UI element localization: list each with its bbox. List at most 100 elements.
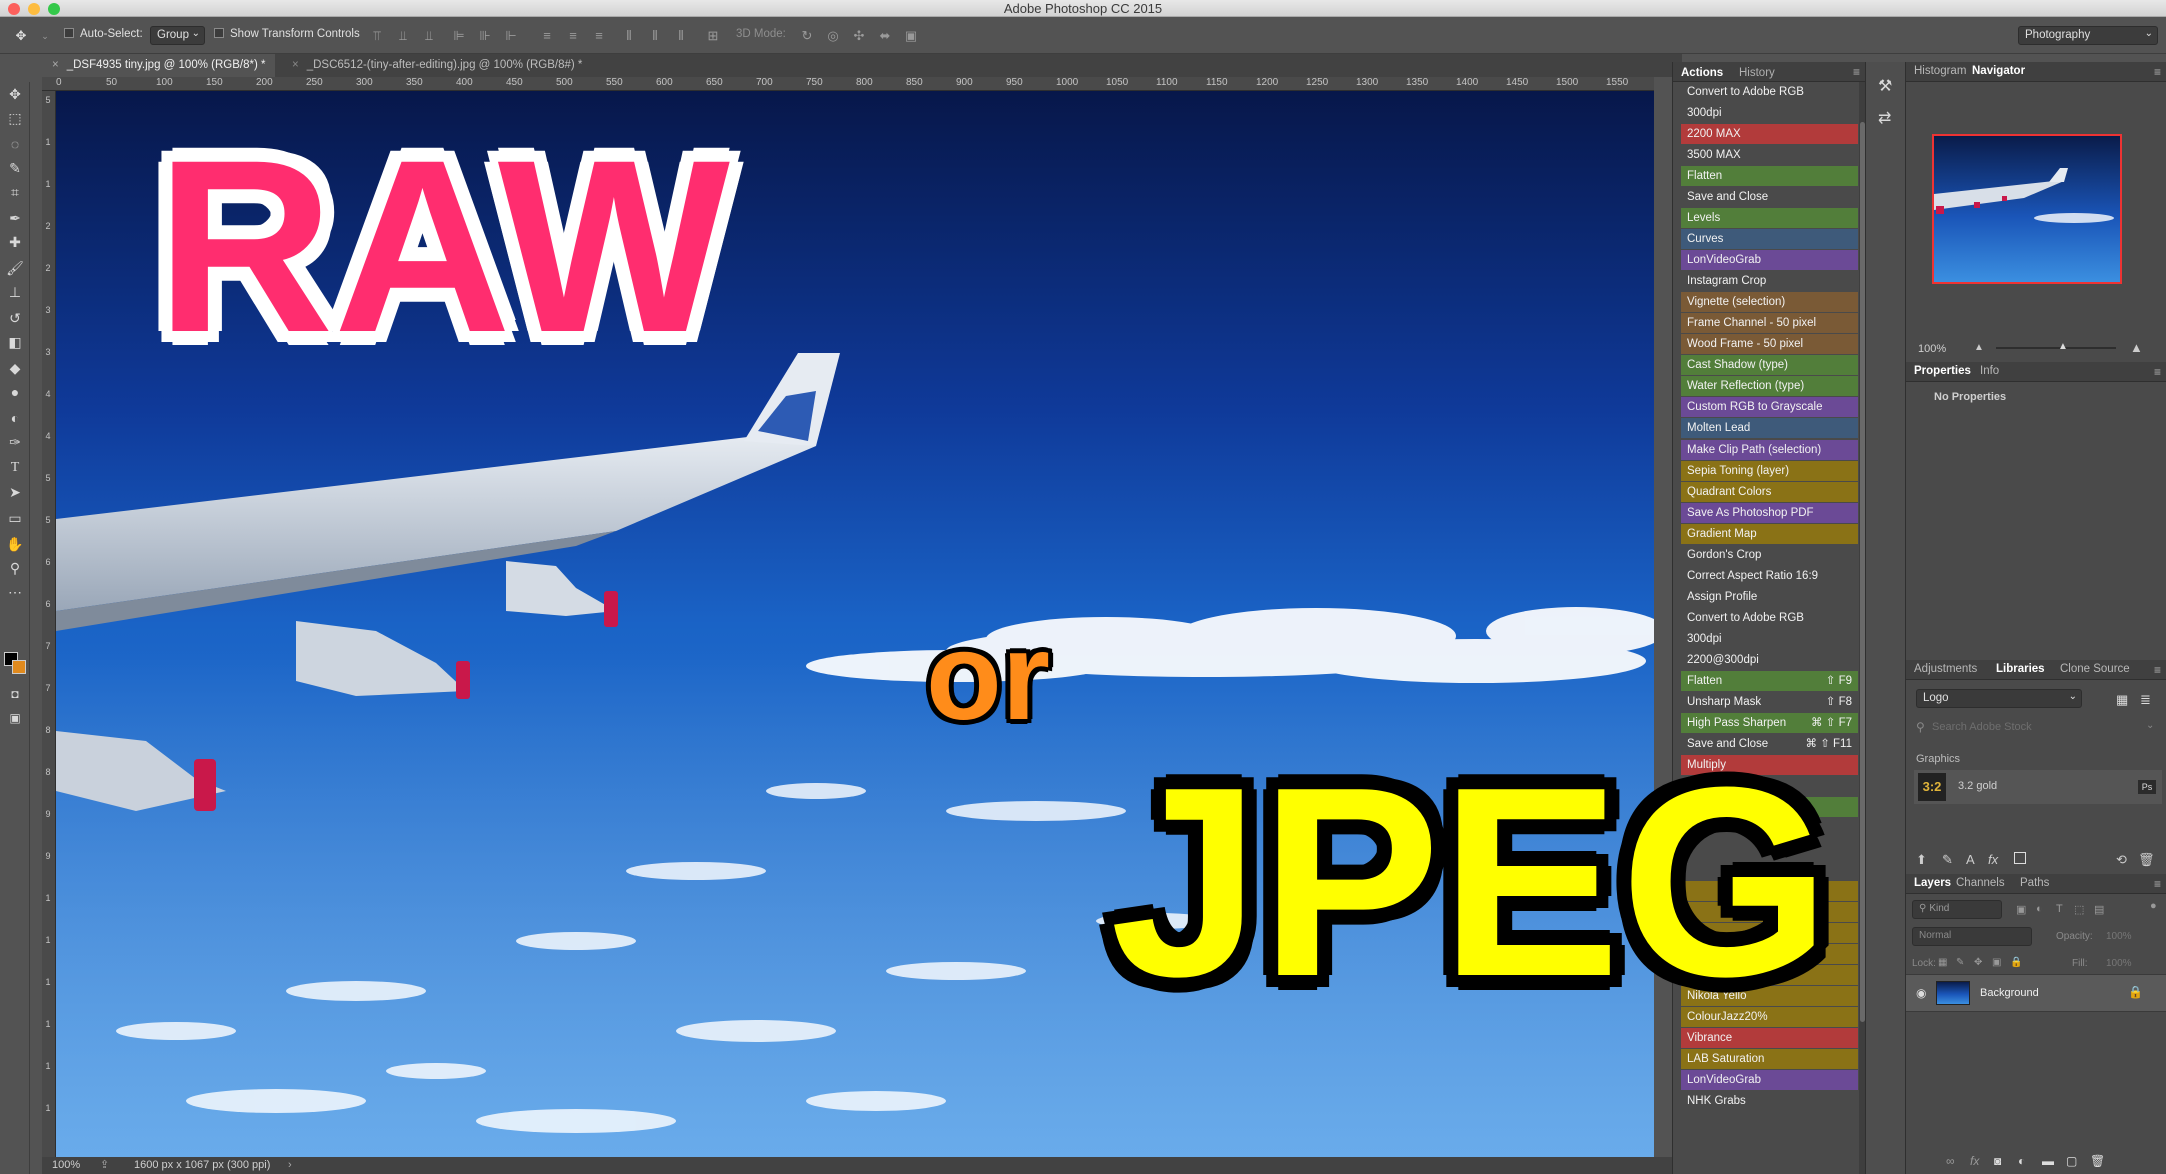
add-brush-icon[interactable]: ✎ — [1942, 852, 1953, 868]
trash-icon[interactable]: 🗑 — [2138, 852, 2155, 868]
quick-mask-icon[interactable]: ◘ — [5, 684, 25, 704]
chevron-right-icon[interactable]: › — [288, 1157, 292, 1174]
add-text-icon[interactable]: A — [1966, 852, 1975, 867]
lock-position-icon[interactable]: ✥ — [1974, 957, 1982, 968]
align-horizontal-center-icon[interactable]: ⊪ — [478, 29, 492, 43]
action-item[interactable]: Save and Close — [1681, 187, 1858, 208]
3d-scale-icon[interactable]: ▣ — [904, 29, 918, 43]
panel-menu-icon[interactable]: ≡ — [2154, 65, 2161, 79]
new-group-icon[interactable]: ▬ — [2042, 1154, 2054, 1168]
action-item[interactable]: Curves — [1681, 229, 1858, 250]
chevron-down-icon[interactable]: ⌄ — [2146, 720, 2154, 731]
3d-pan-icon[interactable]: ✣ — [852, 29, 866, 43]
move-tool-icon[interactable]: ✥ — [5, 84, 25, 104]
tab-properties[interactable]: Properties — [1914, 365, 1971, 377]
distribute-center-icon[interactable]: ≡ — [566, 29, 580, 43]
action-item[interactable]: 300dpi — [1681, 628, 1858, 649]
type-tool-icon[interactable]: T — [5, 458, 25, 478]
crop-tool-icon[interactable]: ⌗ — [5, 182, 25, 202]
zoom-tool-icon[interactable]: ⚲ — [5, 558, 25, 578]
action-item[interactable]: Flatten ⇧ F9 — [1681, 670, 1858, 691]
lock-transparency-icon[interactable]: ▦ — [1938, 957, 1947, 968]
auto-align-icon[interactable]: ⊞ — [706, 29, 720, 43]
delete-layer-icon[interactable]: 🗑 — [2090, 1154, 2105, 1168]
fill-value[interactable]: 100% — [2106, 958, 2132, 969]
action-item[interactable]: LAB Saturation — [1681, 1049, 1858, 1070]
close-window-button[interactable] — [8, 3, 20, 15]
tab-layers[interactable]: Layers — [1914, 877, 1951, 889]
status-zoom[interactable]: 100% — [52, 1157, 80, 1174]
layer-kind-filter[interactable]: ⚲ Kind — [1912, 900, 2002, 919]
clone-stamp-tool-icon[interactable]: ⊥ — [5, 282, 25, 302]
lock-artboard-icon[interactable]: ▣ — [1992, 957, 2001, 968]
align-vertical-center-icon[interactable]: ⫫ — [396, 29, 410, 43]
add-layer-style-icon[interactable]: fx — [1988, 852, 1998, 867]
action-item[interactable]: NHK Grabs — [1681, 1091, 1858, 1112]
action-item[interactable]: Water Reflection (type) — [1681, 376, 1858, 397]
align-bottom-icon[interactable]: ⫫ — [422, 29, 436, 43]
action-item[interactable]: Custom RGB to Grayscale — [1681, 397, 1858, 418]
share-icon[interactable]: ⇪ — [100, 1157, 109, 1174]
navigator-zoom-slider[interactable] — [1996, 347, 2116, 349]
eraser-tool-icon[interactable]: ◧ — [5, 332, 25, 352]
transform-controls-checkbox[interactable]: Show Transform Controls — [214, 28, 360, 40]
align-left-icon[interactable]: ⊫ — [452, 29, 466, 43]
action-item[interactable]: 2200@300dpi — [1681, 649, 1858, 670]
action-item[interactable]: Make Clip Path (selection) — [1681, 439, 1858, 460]
tab-info[interactable]: Info — [1980, 365, 1999, 377]
quick-selection-tool-icon[interactable]: ✎ — [5, 158, 25, 178]
visibility-eye-icon[interactable]: ◉ — [1916, 986, 1926, 1000]
tab-libraries[interactable]: Libraries — [1996, 663, 2045, 675]
sync-icon[interactable]: ⟲ — [2116, 852, 2127, 868]
navigator-zoom-value[interactable]: 100% — [1918, 343, 1946, 355]
tab-clone-source[interactable]: Clone Source — [2060, 663, 2130, 675]
action-item[interactable]: Instagram Crop — [1681, 271, 1858, 292]
screen-mode-icon[interactable]: ▣ — [5, 708, 25, 728]
grid-view-icon[interactable]: ▦ — [2116, 692, 2128, 708]
tab-actions[interactable]: Actions — [1681, 65, 1723, 81]
move-tool-preset-icon[interactable]: ✥ — [14, 29, 28, 43]
new-adjustment-layer-icon[interactable]: ◐ — [2018, 1154, 2025, 1168]
filter-shape-icon[interactable]: ⬚ — [2074, 903, 2084, 916]
cloud-upload-icon[interactable]: ⬆ — [1916, 852, 1927, 868]
history-brush-tool-icon[interactable]: ↺ — [5, 308, 25, 328]
action-item[interactable]: Save As Photoshop PDF — [1681, 502, 1858, 523]
hand-tool-icon[interactable]: ✋ — [5, 534, 25, 554]
action-item[interactable]: Levels — [1681, 208, 1858, 229]
document-tab[interactable]: × _DSC6512-(tiny-after-editing).jpg @ 100… — [282, 54, 592, 77]
tab-history[interactable]: History — [1739, 65, 1775, 81]
distribute-hcenter-icon[interactable]: ⦀ — [648, 29, 662, 43]
layer-row-background[interactable]: ◉ Background 🔒 — [1906, 974, 2166, 1012]
distribute-bottom-icon[interactable]: ≡ — [592, 29, 606, 43]
align-right-icon[interactable]: ⊩ — [504, 29, 518, 43]
action-item[interactable]: Gradient Map — [1681, 523, 1858, 544]
action-item[interactable]: Assign Profile — [1681, 586, 1858, 607]
add-mask-icon[interactable]: ◙ — [1994, 1154, 2001, 1168]
stock-search-input[interactable]: Search Adobe Stock — [1932, 721, 2032, 733]
tab-paths[interactable]: Paths — [2020, 877, 2049, 889]
align-top-icon[interactable]: ⫪ — [370, 29, 384, 43]
link-layers-icon[interactable]: ∞ — [1946, 1154, 1955, 1168]
layer-style-icon[interactable]: fx — [1970, 1154, 1979, 1168]
filter-toggle-icon[interactable]: ● — [2150, 900, 2157, 912]
chevron-down-icon[interactable]: ⌄ — [38, 29, 52, 43]
dodge-tool-icon[interactable]: ◐ — [5, 408, 25, 428]
navigator-thumbnail[interactable] — [1932, 134, 2122, 284]
healing-brush-tool-icon[interactable]: ✚ — [5, 232, 25, 252]
new-layer-icon[interactable]: ▢ — [2066, 1154, 2077, 1168]
lasso-tool-icon[interactable]: ◌ — [5, 134, 25, 154]
action-item[interactable]: Quadrant Colors — [1681, 481, 1858, 502]
layer-name[interactable]: Background — [1980, 987, 2039, 999]
3d-slide-icon[interactable]: ⬌ — [878, 29, 892, 43]
action-item[interactable]: Unsharp Mask ⇧ F8 — [1681, 691, 1858, 712]
action-item[interactable]: LonVideoGrab — [1681, 250, 1858, 271]
distribute-top-icon[interactable]: ≡ — [540, 29, 554, 43]
close-tab-icon[interactable]: × — [52, 59, 59, 71]
path-selection-tool-icon[interactable]: ➤ — [5, 482, 25, 502]
panel-menu-icon[interactable]: ≡ — [2154, 877, 2161, 891]
action-item[interactable]: Convert to Adobe RGB — [1681, 607, 1858, 628]
eyedropper-tool-icon[interactable]: ✒ — [5, 208, 25, 228]
auto-select-checkbox[interactable]: Auto-Select: — [64, 28, 143, 40]
action-item[interactable]: High Pass Sharpen ⌘ ⇧ F7 — [1681, 712, 1858, 733]
lock-pixels-icon[interactable]: ✎ — [1956, 957, 1964, 968]
